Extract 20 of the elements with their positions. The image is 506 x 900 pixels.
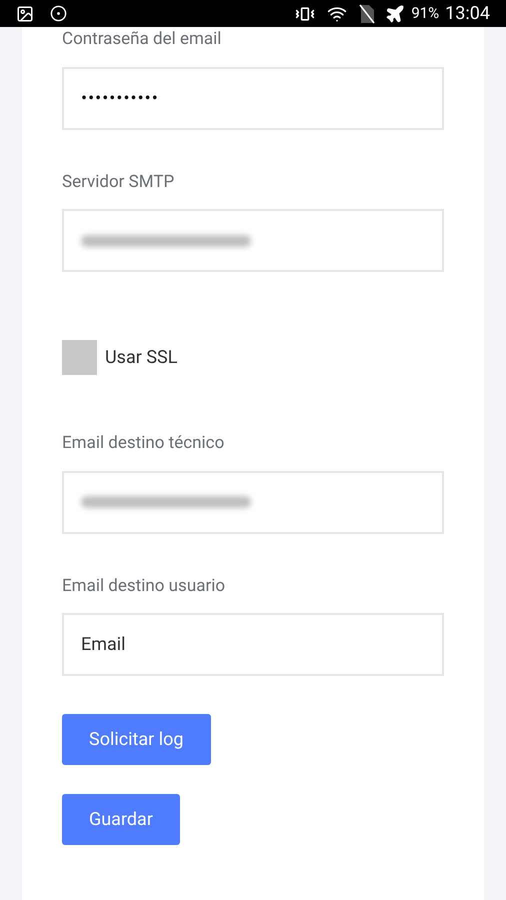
- checkbox[interactable]: [62, 340, 97, 375]
- input-field[interactable]: Email: [62, 613, 444, 676]
- checkbox-label: Usar SSL: [105, 346, 178, 370]
- input-field[interactable]: •••••••••••: [62, 66, 444, 130]
- field-value: •••••••••••: [81, 86, 159, 110]
- action-button[interactable]: Solicitar log: [62, 714, 210, 765]
- record-icon: [50, 5, 67, 22]
- field-placeholder: Email: [81, 633, 126, 657]
- no-sim-icon: [359, 4, 376, 24]
- image-icon: [16, 4, 34, 22]
- battery-level: 91%: [411, 3, 440, 24]
- field-label: Contraseña del email: [62, 28, 222, 51]
- field-label: Servidor SMTP: [62, 170, 176, 194]
- field-label: Email destino técnico: [62, 432, 226, 455]
- input-field[interactable]: [62, 470, 444, 534]
- input-field[interactable]: [62, 209, 444, 272]
- clock: 13:04: [445, 2, 490, 26]
- action-button[interactable]: Guardar: [62, 794, 180, 845]
- airplane-icon: [385, 4, 406, 24]
- field-label: Email destino usuario: [62, 574, 226, 598]
